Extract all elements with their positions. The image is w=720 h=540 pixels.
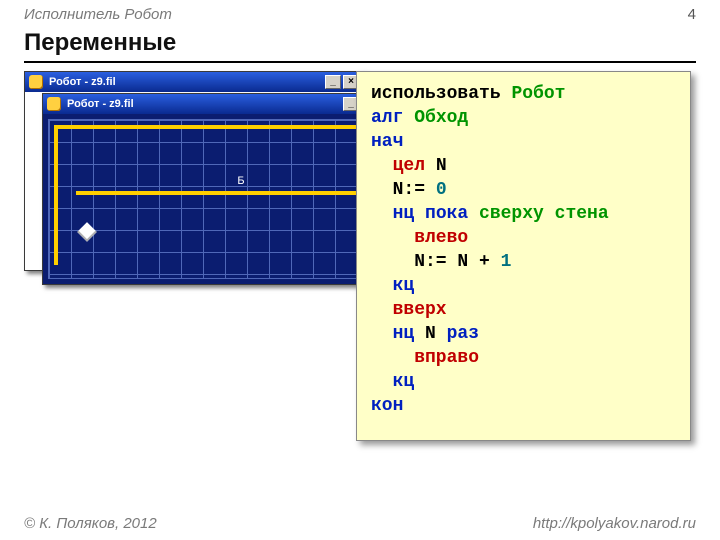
grid-lines (48, 119, 376, 279)
robot-windows: Робот - z9.fil _ × Робот - z9.fil _ × Б (24, 71, 372, 289)
code-cmd: влево (371, 228, 468, 248)
page-number: 4 (688, 6, 696, 23)
doc-topic: Исполнитель Робот (24, 6, 172, 23)
titlebar-front: Робот - z9.fil _ × (43, 94, 381, 114)
wall-inner (76, 191, 374, 195)
code-keyword: раз (447, 324, 479, 344)
code-keyword: нц (393, 324, 415, 344)
window-title: Робот - z9.fil (49, 76, 116, 88)
code-text: N:= (371, 180, 436, 200)
robot-window-front: Робот - z9.fil _ × Б (42, 93, 382, 285)
page-title: Переменные (0, 25, 720, 59)
code-text: N (414, 324, 446, 344)
code-keyword: кц (371, 276, 414, 296)
code-cond: сверху стена (479, 204, 609, 224)
grid-cell-label: Б (234, 175, 248, 187)
code-text: Обход (414, 108, 468, 128)
code-text: использовать (371, 84, 511, 104)
code-text (371, 204, 393, 224)
code-text (371, 156, 393, 176)
wall-top (54, 125, 372, 129)
code-keyword: кц (371, 372, 414, 392)
copyright: © К. Поляков, 2012 (24, 515, 157, 532)
title-rule (24, 61, 696, 63)
code-number: 0 (436, 180, 447, 200)
content-area: Робот - z9.fil _ × Робот - z9.fil _ × Б (0, 71, 720, 451)
robot-icon (29, 75, 43, 89)
code-text: N:= N + (371, 252, 501, 272)
footer-url: http://kpolyakov.narod.ru (533, 515, 696, 532)
robot-grid: Б (43, 114, 381, 284)
wall-left (54, 125, 58, 265)
code-type: цел (393, 156, 425, 176)
titlebar-back: Робот - z9.fil _ × (25, 72, 363, 92)
robot-icon (47, 97, 61, 111)
code-panel: использовать Робот алг Обход нач цел N N… (356, 71, 691, 441)
code-cmd: вправо (371, 348, 479, 368)
window-title: Робот - z9.fil (67, 98, 134, 110)
code-keyword: нач (371, 132, 403, 152)
footer: © К. Поляков, 2012 http://kpolyakov.naro… (0, 515, 720, 532)
code-keyword: алг (371, 108, 414, 128)
code-number: 1 (501, 252, 512, 272)
code-cmd: вверх (371, 300, 447, 320)
minimize-button[interactable]: _ (325, 75, 341, 89)
code-text (371, 324, 393, 344)
code-keyword: нц пока (393, 204, 479, 224)
code-keyword: кон (371, 396, 403, 416)
code-text: N (425, 156, 447, 176)
code-text: Робот (511, 84, 565, 104)
